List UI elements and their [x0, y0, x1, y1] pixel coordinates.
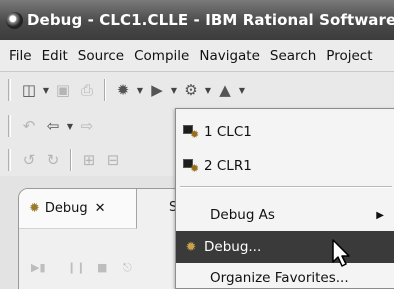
print-icon[interactable]: ⎙: [75, 79, 99, 101]
toolbar-separator: [104, 79, 106, 101]
menubar: File Edit Source Compile Navigate Search…: [0, 40, 394, 72]
new-wizard-icon[interactable]: ◫: [17, 79, 41, 101]
menu-item-label: 2 CLR1: [204, 158, 252, 174]
menu-item-label: Debug...: [204, 239, 262, 255]
debug-dropdown-icon[interactable]: ▼: [135, 86, 145, 95]
tab-debug[interactable]: ✹ Debug ✕: [19, 189, 137, 229]
window-titlebar: Debug - CLC1.CLLE - IBM Rational Softwar…: [0, 0, 394, 40]
menu-item-label: Debug As: [210, 207, 275, 223]
menu-navigate[interactable]: Navigate: [194, 48, 265, 64]
menu-edit[interactable]: Edit: [37, 48, 73, 64]
run-icon[interactable]: ▶: [145, 79, 169, 101]
menu-item-debug-as[interactable]: Debug As ▶: [176, 199, 394, 231]
tab-debug-label: Debug: [44, 201, 88, 216]
toolbar-grip[interactable]: [8, 115, 11, 137]
toolbar-grip[interactable]: [8, 79, 11, 101]
debug-bug-icon: ✹: [29, 201, 40, 216]
toolbar-separator: [70, 149, 72, 171]
mouse-pointer-icon: [332, 239, 350, 267]
save-icon[interactable]: ▣: [51, 79, 75, 101]
launch-dropdown-icon[interactable]: ▼: [237, 86, 247, 95]
debug-dropdown-menu: ✹ 1 CLC1 ✹ 2 CLR1 Debug As ▶ ✹ Debug... …: [175, 108, 394, 289]
undo-icon[interactable]: ↺: [17, 149, 41, 171]
menu-item-organize-favorites[interactable]: Organize Favorites...: [176, 262, 394, 289]
menu-item-clr1[interactable]: ✹ 2 CLR1: [176, 150, 394, 182]
window-title: Debug - CLC1.CLLE - IBM Rational Softwar…: [27, 11, 394, 29]
run-dropdown-icon[interactable]: ▼: [169, 86, 179, 95]
debug-bug-icon: ✹: [185, 239, 197, 255]
terminate-icon[interactable]: ■: [97, 261, 107, 274]
history-dropdown-icon[interactable]: ▼: [65, 122, 75, 131]
resume-icon[interactable]: ▶▮: [31, 261, 46, 274]
collapse-icon[interactable]: ⊟: [101, 149, 125, 171]
launch-config-icon: ✹: [182, 158, 200, 174]
app-icon: [6, 11, 23, 29]
menu-item-clc1[interactable]: ✹ 1 CLC1: [176, 116, 394, 148]
launch-icon[interactable]: ▲: [213, 79, 237, 101]
submenu-arrow-icon: ▶: [376, 209, 384, 221]
menu-item-debug[interactable]: ✹ Debug...: [176, 231, 394, 263]
menu-divider: [180, 186, 392, 188]
close-icon[interactable]: ✕: [95, 201, 106, 216]
debug-icon[interactable]: ✹: [111, 79, 135, 101]
suspend-icon[interactable]: ❙❙: [67, 261, 85, 274]
main-toolbar: ◫ ▼ ▣ ⎙ ✹ ▼ ▶ ▼ ⚙ ▼ ▲ ▼: [0, 72, 394, 108]
back-icon[interactable]: ↶: [17, 115, 41, 137]
menu-source[interactable]: Source: [73, 48, 129, 64]
next-icon[interactable]: ⇨: [75, 115, 99, 137]
expand-icon[interactable]: ⊞: [77, 149, 101, 171]
menu-item-label: 1 CLC1: [204, 124, 252, 140]
redo-icon[interactable]: ↻: [41, 149, 65, 171]
external-tools-icon[interactable]: ⚙: [179, 79, 203, 101]
launch-config-icon: ✹: [182, 124, 200, 140]
forward-icon[interactable]: ⇦: [41, 115, 65, 137]
disconnect-icon[interactable]: ⎋: [123, 261, 132, 275]
menu-search[interactable]: Search: [265, 48, 321, 64]
new-dropdown-icon[interactable]: ▼: [41, 86, 51, 95]
external-tools-dropdown-icon[interactable]: ▼: [203, 86, 213, 95]
menu-compile[interactable]: Compile: [129, 48, 194, 64]
menu-item-label: Organize Favorites...: [210, 270, 349, 286]
menu-project[interactable]: Project: [321, 48, 377, 64]
toolbar-grip[interactable]: [8, 149, 11, 171]
menu-file[interactable]: File: [4, 48, 37, 64]
